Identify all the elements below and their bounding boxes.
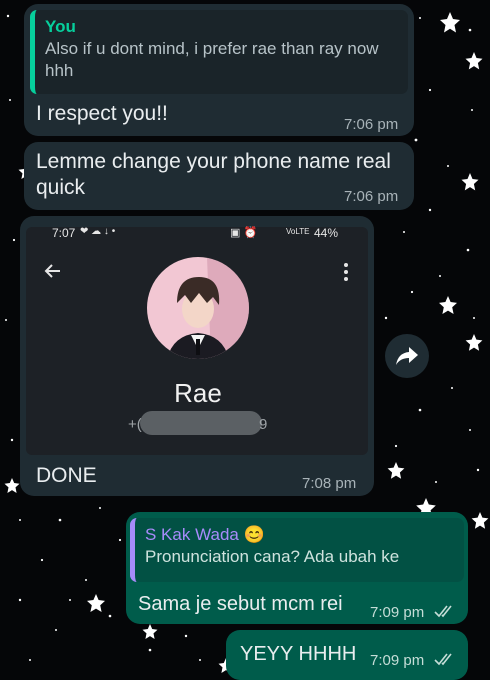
message-time: 7:06 pm bbox=[344, 116, 399, 133]
quote-author: S Kak Wada 😊 bbox=[145, 525, 265, 544]
contact-name: Rae bbox=[174, 378, 222, 408]
contact-avatar bbox=[147, 257, 249, 359]
message-text: YEYY HHHH bbox=[240, 643, 357, 665]
status-time: 7:07 bbox=[52, 226, 76, 240]
message-time: 7:08 pm bbox=[302, 475, 357, 492]
message-text: I respect you!! bbox=[36, 102, 168, 125]
battery-level: 44% bbox=[314, 226, 339, 240]
message-time: 7:09 pm bbox=[370, 652, 425, 669]
quoted-message[interactable]: You Also if u dont mind, i prefer rae th… bbox=[30, 10, 408, 94]
quote-author: You bbox=[45, 17, 76, 36]
message-time: 7:06 pm bbox=[344, 188, 399, 205]
message-text: DONE bbox=[36, 464, 97, 487]
message-text: Sama je sebut mcm rei bbox=[138, 593, 343, 615]
status-icons: ❤ ☁ ↓ • bbox=[80, 226, 116, 237]
arrow-left-icon[interactable] bbox=[44, 262, 62, 280]
forward-icon bbox=[396, 347, 418, 365]
forward-button[interactable] bbox=[385, 334, 429, 378]
phone-suffix: 9 bbox=[259, 416, 268, 433]
more-vertical-icon[interactable] bbox=[342, 262, 350, 282]
quote-text: Also if u dont mind, i prefer rae than r… bbox=[45, 39, 379, 80]
redacted-phone-number bbox=[140, 411, 262, 435]
quote-text: Pronunciation cana? Ada ubah ke bbox=[145, 547, 400, 566]
status-right-icons: ▣ ⏰ bbox=[230, 227, 258, 239]
quoted-message[interactable]: S Kak Wada 😊 Pronunciation cana? Ada uba… bbox=[130, 518, 464, 582]
read-receipt-icon bbox=[434, 605, 452, 618]
read-receipt-icon bbox=[434, 653, 452, 666]
network-indicator: VoLTE bbox=[286, 227, 310, 236]
message-time: 7:09 pm bbox=[370, 604, 425, 621]
message-text: Lemme change your phone name real quick bbox=[36, 150, 391, 199]
